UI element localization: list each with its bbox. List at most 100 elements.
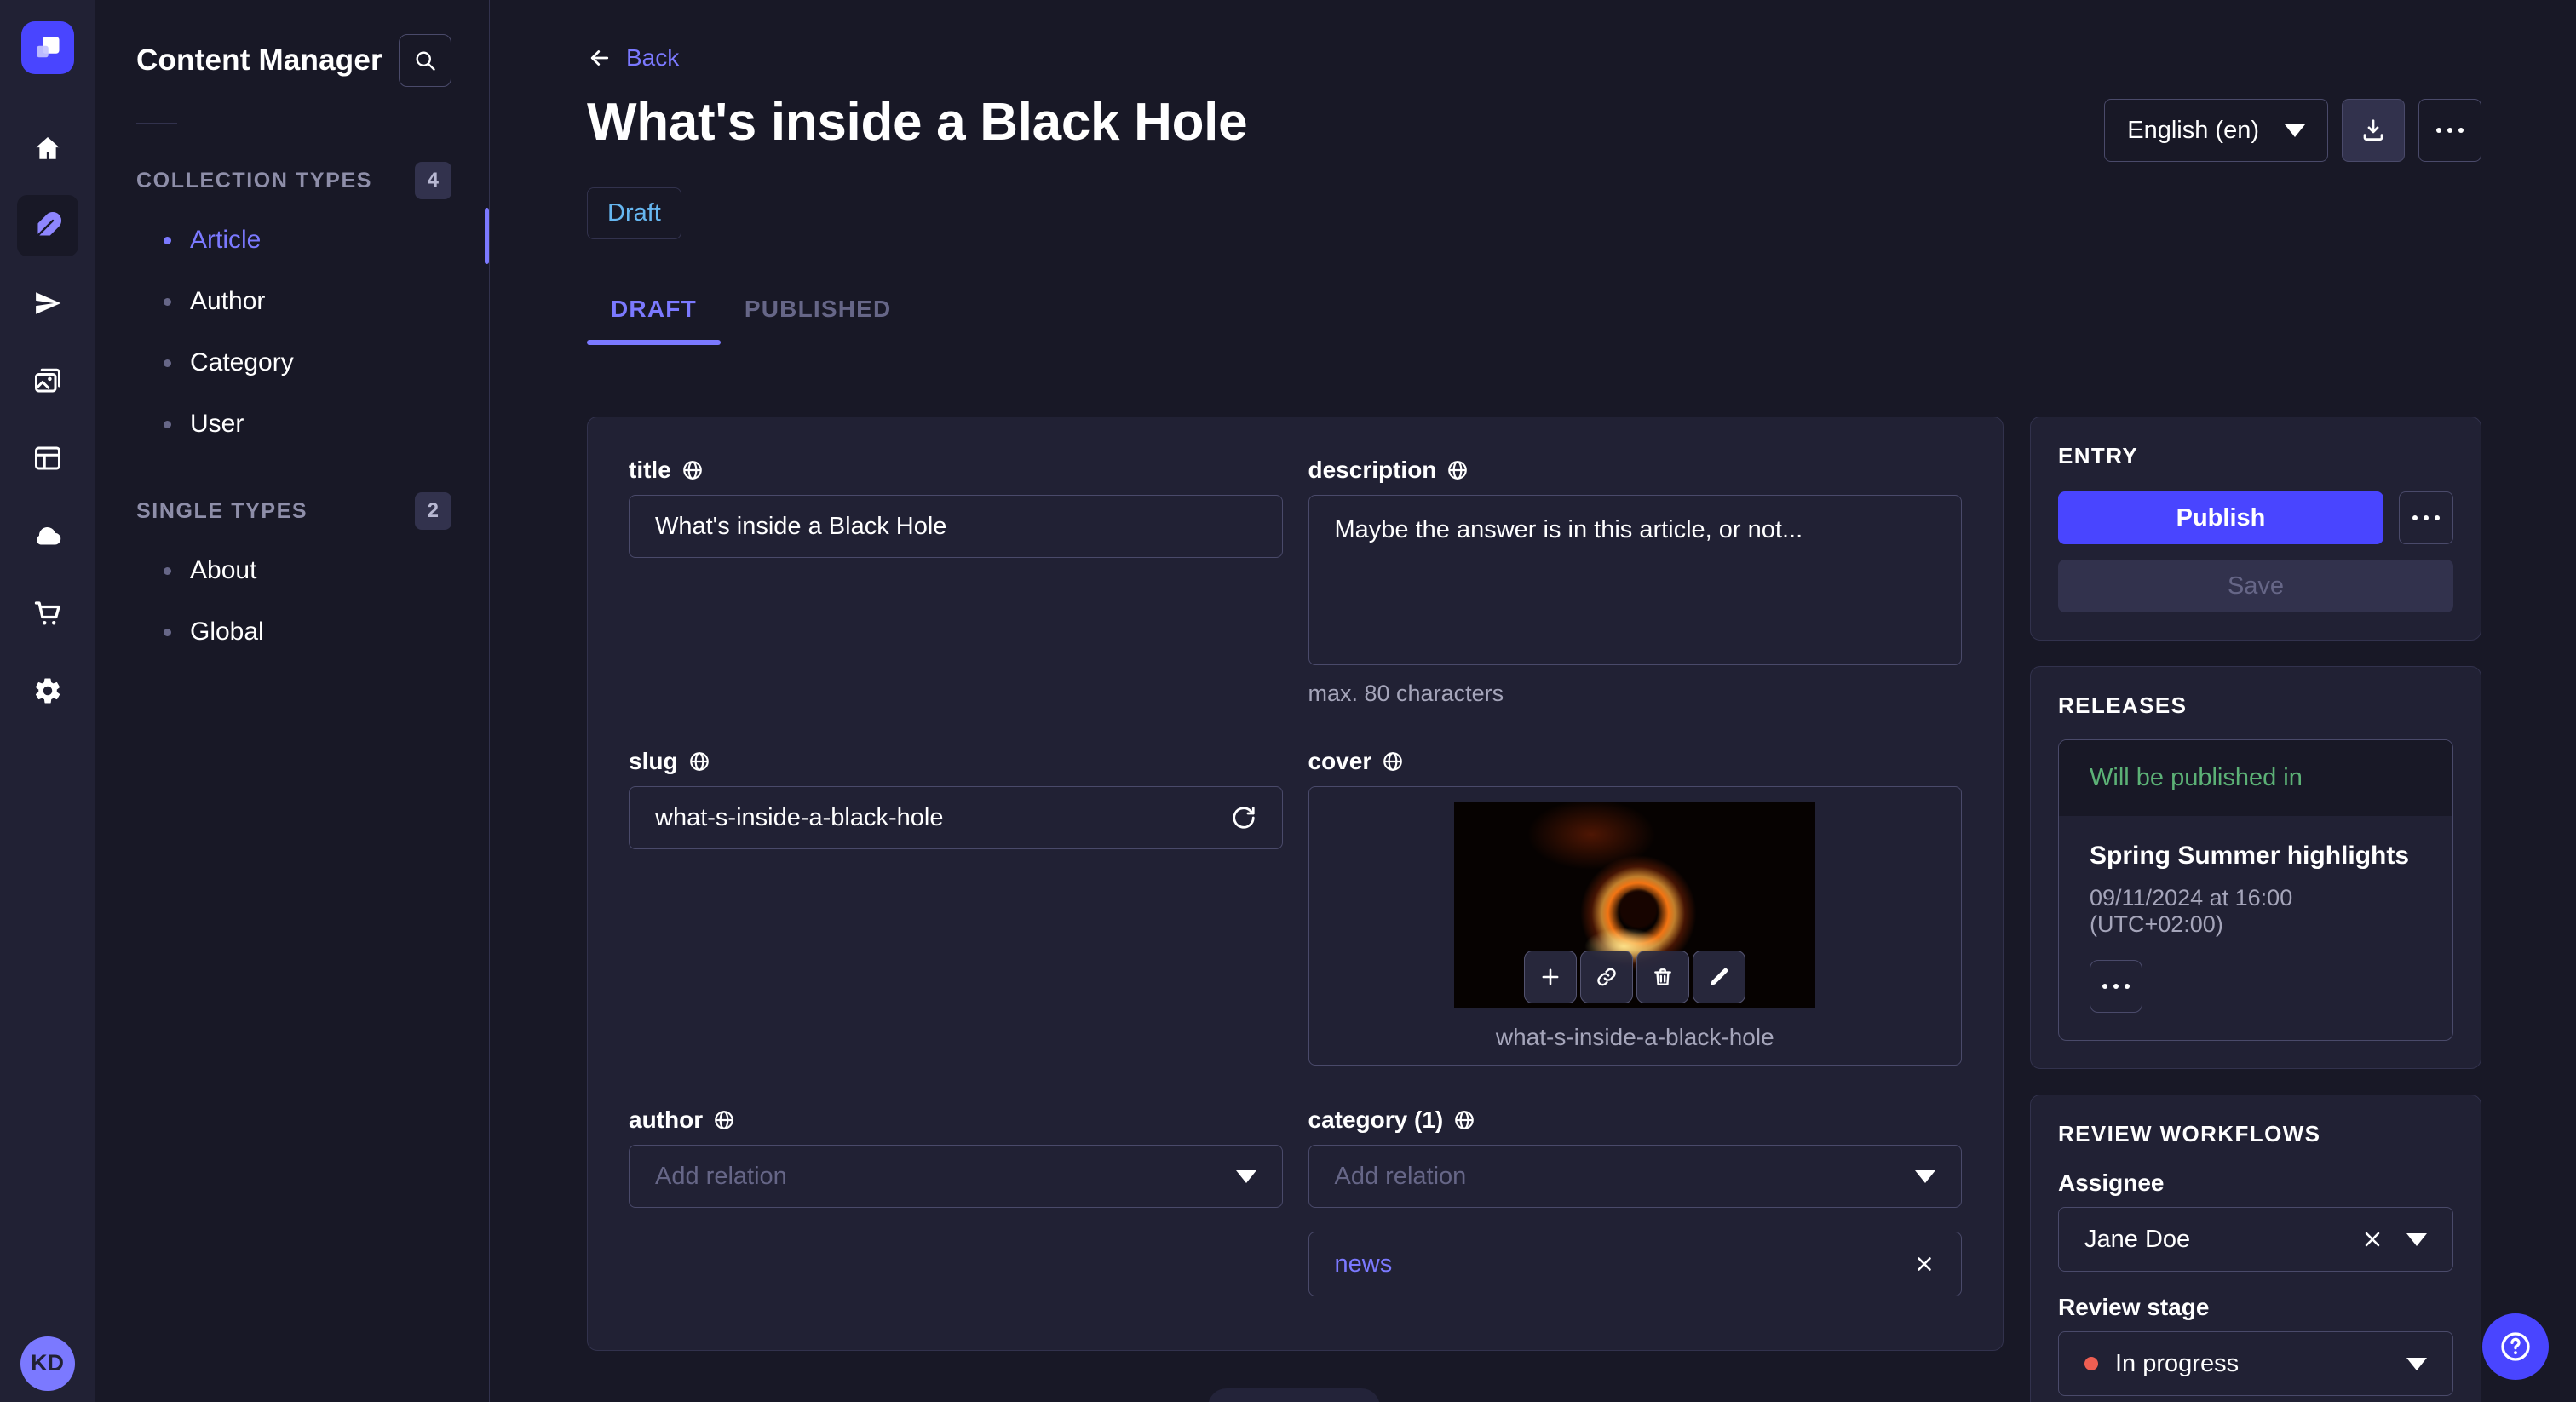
globe-icon — [682, 461, 702, 480]
globe-icon — [1383, 752, 1403, 771]
edit-media-button[interactable] — [1693, 951, 1746, 1003]
category-placeholder: Add relation — [1334, 1162, 1467, 1190]
section-title-collection-types: COLLECTION TYPES — [136, 168, 373, 192]
collection-types-count-badge: 4 — [414, 162, 451, 199]
help-button[interactable] — [2482, 1313, 2549, 1380]
search-button[interactable] — [399, 34, 451, 87]
sidebar-item-article[interactable]: Article — [136, 210, 451, 271]
save-button[interactable]: Save — [2058, 560, 2453, 612]
release-title: Spring Summer highlights — [2090, 842, 2410, 870]
refresh-icon — [1232, 807, 1255, 829]
ellipsis-icon — [2412, 515, 2440, 520]
collection-types-list: Article Author Category User — [136, 210, 451, 455]
review-workflows-panel: REVIEW WORKFLOWS Assignee Jane Doe Revie… — [2030, 1095, 2481, 1402]
settings-gear-icon[interactable] — [17, 660, 78, 721]
author-placeholder: Add relation — [655, 1162, 787, 1190]
bullet-icon — [164, 628, 171, 636]
cart-icon[interactable] — [17, 583, 78, 644]
globe-icon — [715, 1111, 733, 1129]
releases-panel: RELEASES Will be published in Spring Sum… — [2030, 666, 2481, 1069]
close-icon — [1918, 1257, 1931, 1271]
content-manager-sidebar: Content Manager COLLECTION TYPES 4 Artic… — [95, 0, 490, 1402]
cover-caption: what-s-inside-a-black-hole — [1495, 1024, 1774, 1050]
media-library-icon[interactable] — [17, 350, 78, 411]
back-label: Back — [626, 44, 680, 71]
header-controls: English (en) — [2104, 99, 2481, 162]
assignee-value: Jane Doe — [2084, 1225, 2191, 1253]
content-manager-feather-icon[interactable] — [16, 195, 78, 256]
black-hole-image — [1454, 802, 1816, 1008]
review-stage-select[interactable]: In progress — [2058, 1331, 2453, 1396]
chevron-down-icon — [2406, 1357, 2427, 1370]
version-tabs: DRAFT PUBLISHED — [587, 296, 2481, 345]
cloud-icon[interactable] — [17, 505, 78, 566]
send-icon[interactable] — [17, 273, 78, 334]
cover-media-card: what-s-inside-a-black-hole — [1308, 786, 1962, 1066]
strapi-logo-icon — [36, 36, 59, 57]
description-hint: max. 80 characters — [1308, 681, 1504, 706]
sidebar-item-author[interactable]: Author — [136, 271, 451, 332]
sidebar-item-label: Article — [190, 226, 262, 254]
tab-published[interactable]: PUBLISHED — [721, 296, 916, 345]
field-title: title — [629, 457, 1283, 707]
add-media-button[interactable] — [1524, 951, 1578, 1003]
field-author: author Add relation — [629, 1106, 1283, 1296]
release-more-button[interactable] — [2090, 960, 2142, 1013]
cover-actions — [1524, 951, 1746, 1003]
strapi-logo[interactable] — [20, 20, 74, 74]
close-icon — [2365, 1232, 2380, 1247]
user-avatar[interactable]: KD — [20, 1336, 75, 1391]
sidebar-item-global[interactable]: Global — [136, 601, 451, 663]
delete-media-button[interactable] — [1636, 951, 1690, 1003]
download-icon — [2363, 119, 2383, 141]
layout-icon[interactable] — [17, 428, 78, 489]
chevron-down-icon — [2285, 124, 2305, 137]
review-stage-value: In progress — [2115, 1349, 2240, 1377]
bullet-icon — [164, 236, 171, 244]
release-date: 09/11/2024 at 16:00 (UTC+02:00) — [2090, 885, 2293, 937]
sidebar-item-user[interactable]: User — [136, 394, 451, 455]
author-relation-select[interactable]: Add relation — [629, 1145, 1283, 1208]
slug-input[interactable] — [655, 803, 1231, 832]
export-button[interactable] — [2342, 99, 2405, 162]
sidebar-title: Content Manager — [136, 43, 382, 77]
rail-footer: KD — [0, 1324, 95, 1402]
more-actions-button[interactable] — [2418, 99, 2481, 162]
logo-section — [0, 0, 95, 95]
back-link[interactable]: Back — [587, 44, 679, 72]
clear-assignee-button[interactable] — [2360, 1227, 2384, 1251]
relation-link-news[interactable]: news — [1335, 1250, 1393, 1278]
field-cover: cover what-s-inside-a-black-hole — [1308, 748, 1962, 1066]
locale-value: English (en) — [2127, 116, 2259, 144]
sidebar-item-label: Author — [190, 287, 266, 315]
review-stage-label: Review stage — [2058, 1294, 2210, 1320]
sidebar-divider — [136, 123, 177, 124]
ellipsis-icon — [2102, 984, 2130, 989]
tab-draft[interactable]: DRAFT — [587, 296, 721, 345]
cover-label: cover — [1308, 748, 1372, 774]
sidebar-item-label: User — [190, 410, 244, 438]
assignee-select[interactable]: Jane Doe — [2058, 1207, 2453, 1272]
sidebar-item-category[interactable]: Category — [136, 332, 451, 394]
locale-select[interactable]: English (en) — [2104, 99, 2328, 162]
regenerate-slug-button[interactable] — [1231, 805, 1256, 830]
field-category: category (1) Add relation news — [1308, 1106, 1962, 1296]
home-icon[interactable] — [17, 118, 78, 179]
description-textarea[interactable]: Maybe the answer is in this article, or … — [1308, 495, 1962, 665]
single-types-count-badge: 2 — [414, 492, 451, 530]
arrow-left-icon — [590, 50, 609, 66]
entry-more-button[interactable] — [2399, 491, 2453, 544]
trash-icon — [1654, 968, 1672, 985]
page-title: What's inside a Black Hole — [587, 93, 1248, 152]
assignee-label: Assignee — [2058, 1169, 2165, 1196]
sidebar-item-about[interactable]: About — [136, 540, 451, 601]
publish-button[interactable]: Publish — [2058, 491, 2383, 544]
title-input[interactable] — [655, 512, 1256, 541]
copy-link-button[interactable] — [1580, 951, 1634, 1003]
link-icon — [1597, 968, 1616, 986]
edit-form-panel: title description Maybe the answer is in — [587, 417, 2004, 1351]
sidebar-item-label: Global — [190, 618, 264, 646]
category-relation-select[interactable]: Add relation — [1308, 1145, 1962, 1208]
remove-relation-button[interactable] — [1913, 1253, 1935, 1275]
bullet-icon — [164, 359, 171, 367]
